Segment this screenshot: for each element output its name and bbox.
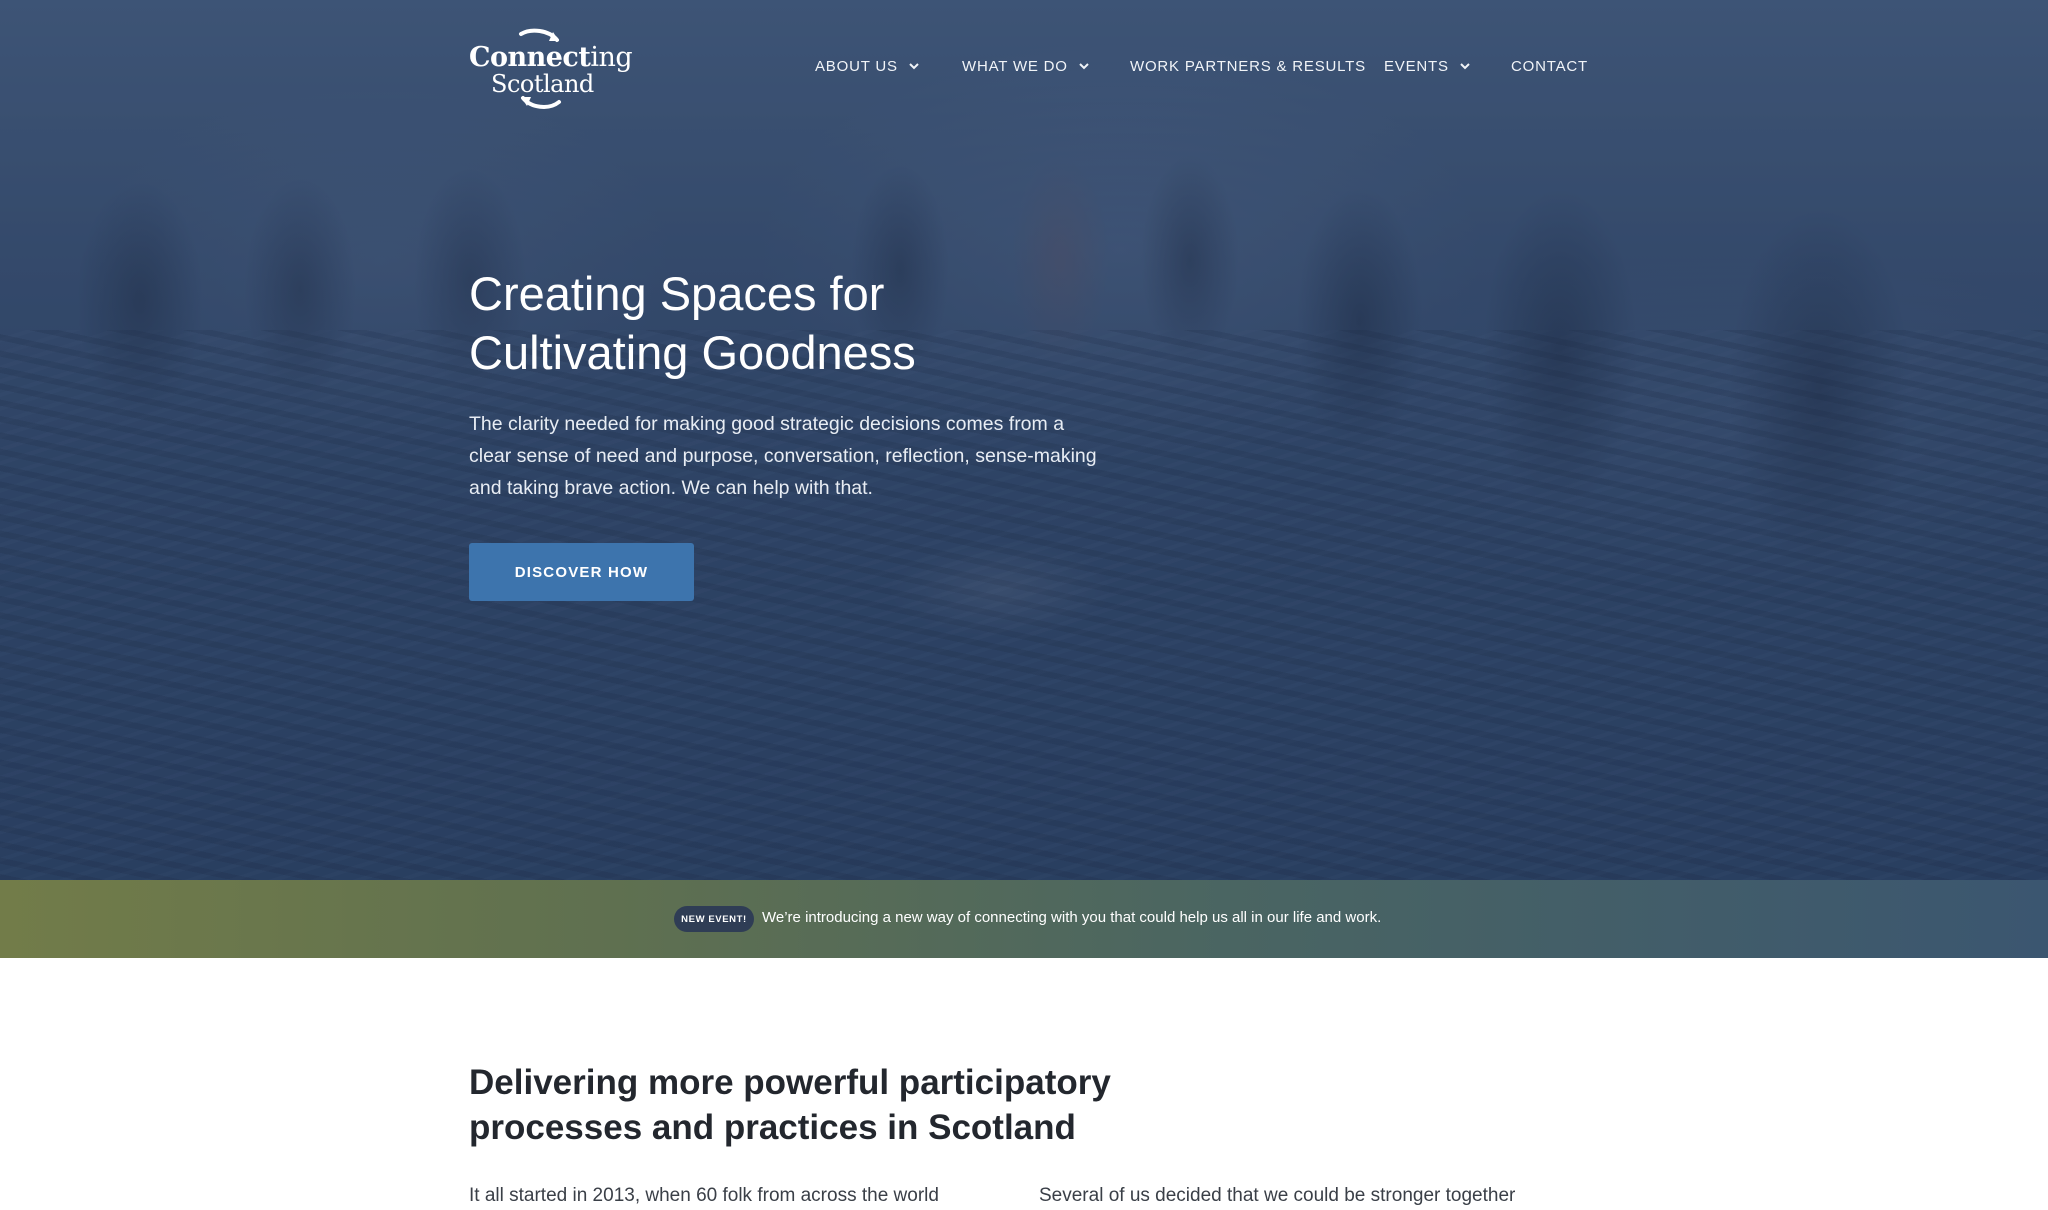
nav-item-work-partners-results[interactable]: WORK PARTNERS & RESULTS	[1130, 52, 1366, 80]
hero-description: The clarity needed for making good strat…	[469, 413, 1097, 499]
logo-word-scotland: Scotland	[491, 70, 594, 98]
logo-word-connecting: Connecting	[469, 42, 633, 73]
nav-item-contact[interactable]: CONTACT	[1511, 52, 1588, 80]
new-event-badge: NEW EVENT!	[674, 906, 754, 932]
nav-item-about-us[interactable]: ABOUT US	[815, 52, 920, 80]
nav-item-label: WHAT WE DO	[962, 57, 1068, 75]
section-title-line2: processes and practices in Scotland	[469, 1108, 1076, 1147]
section-title: Delivering more powerful participatory p…	[469, 1060, 1189, 1150]
announcement-bar[interactable]: NEW EVENT! We’re introducing a new way o…	[0, 880, 2048, 958]
chevron-down-icon	[1460, 63, 1470, 70]
chevron-down-icon	[1079, 63, 1089, 70]
hero-title-line2: Cultivating Goodness	[469, 326, 916, 379]
site-logo[interactable]: Connecting Scotland	[469, 28, 633, 112]
hero-title-line1: Creating Spaces for	[469, 267, 885, 320]
nav-item-label: CONTACT	[1511, 57, 1588, 75]
nav-item-what-we-do[interactable]: WHAT WE DO	[962, 52, 1090, 80]
announcement-text[interactable]: We’re introducing a new way of connectin…	[762, 909, 1381, 926]
chevron-down-icon	[909, 63, 919, 70]
nav-item-label: EVENTS	[1384, 57, 1449, 75]
hero-title: Creating Spaces for Cultivating Goodness	[469, 264, 1169, 382]
discover-how-button[interactable]: DISCOVER HOW	[469, 543, 694, 601]
nav-item-label: ABOUT US	[815, 57, 898, 75]
intro-column-right: Several of us decided that we could be s…	[1039, 1185, 1516, 1206]
section-title-line1: Delivering more powerful participatory	[469, 1063, 1111, 1102]
nav-item-label: WORK PARTNERS & RESULTS	[1130, 57, 1366, 75]
intro-column-left: It all started in 2013, when 60 folk fro…	[469, 1185, 939, 1206]
nav-item-events[interactable]: EVENTS	[1384, 52, 1471, 80]
